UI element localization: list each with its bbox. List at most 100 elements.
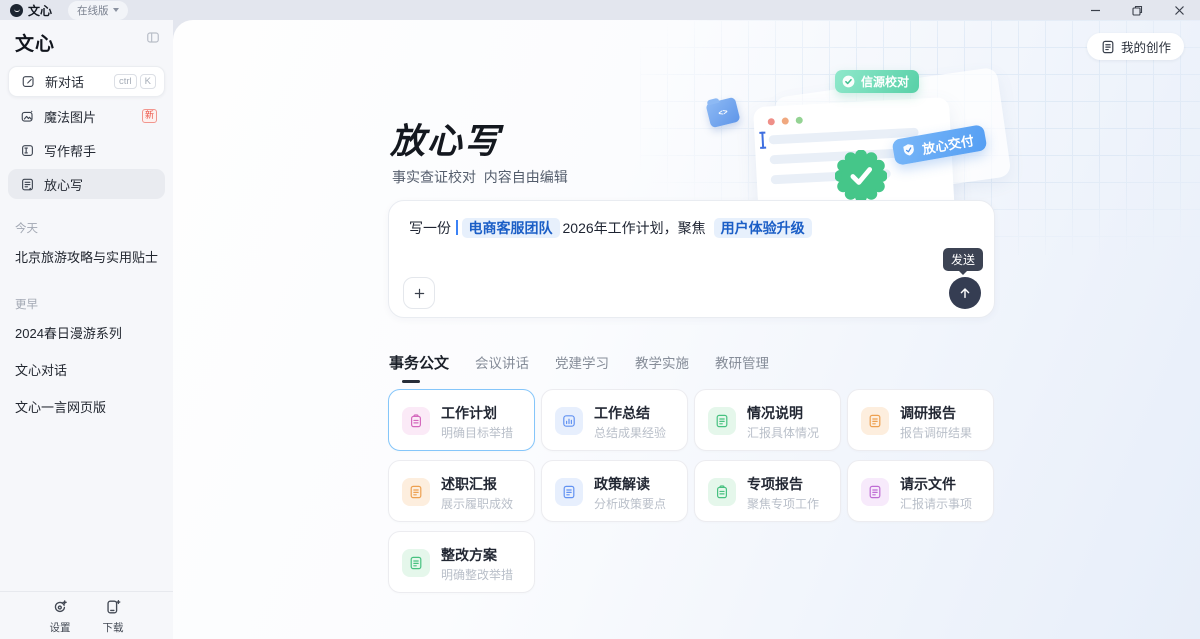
close-button[interactable] — [1158, 0, 1200, 20]
minimize-button[interactable] — [1074, 0, 1116, 20]
attach-button[interactable] — [403, 277, 435, 309]
tab-党建学习[interactable]: 党建学习 — [555, 352, 609, 382]
version-label: 在线版 — [77, 3, 109, 18]
magic-image-icon — [20, 109, 35, 124]
card-整改方案[interactable]: 整改方案 明确整改举措 — [388, 531, 535, 593]
restore-button[interactable] — [1116, 0, 1158, 20]
send-tooltip: 发送 — [943, 248, 983, 271]
download-button[interactable]: 下载 — [103, 598, 124, 639]
caret-down-icon — [113, 8, 119, 12]
card-情况说明[interactable]: 情况说明 汇报具体情况 — [694, 389, 841, 451]
sidebar: 文心 新对话 ctrlK 魔法图片 新 写作帮手 放心写 今天 北京旅游攻略与实… — [0, 20, 173, 639]
settings-button[interactable]: 设置 — [50, 598, 71, 639]
shortcut-key: ctrl — [114, 74, 137, 89]
text-cursor — [456, 220, 458, 235]
card-调研报告[interactable]: 调研报告 报告调研结果 — [847, 389, 994, 451]
app-logo-icon — [10, 4, 23, 17]
history-item[interactable]: 2024春日漫游系列 — [15, 314, 158, 351]
doc-icon — [402, 478, 430, 506]
composer-input[interactable]: 写一份电商客服团队2026年工作计划，聚焦用户体验升级 发送 — [388, 200, 995, 318]
card-desc: 明确目标举措 — [441, 424, 513, 441]
tab-教学实施[interactable]: 教学实施 — [635, 352, 689, 382]
clipboard-icon — [708, 478, 736, 506]
gear-icon — [51, 598, 69, 619]
card-title: 工作计划 — [441, 403, 497, 423]
history-item[interactable]: 北京旅游攻略与实用贴士 — [15, 238, 158, 275]
card-desc: 总结成果经验 — [594, 424, 666, 441]
tab-事务公文[interactable]: 事务公文 — [389, 352, 449, 383]
menu-extra: 新 — [142, 109, 157, 123]
menu-label: 放心写 — [44, 175, 83, 194]
titlebar: 文心 在线版 — [0, 0, 1200, 20]
new-chat-icon — [21, 74, 36, 89]
doc-ai-icon — [1100, 39, 1116, 55]
sidebar-item-writing-helper[interactable]: 写作帮手 — [8, 135, 165, 165]
history-section-label: 更早 — [15, 296, 158, 312]
footer-label: 下载 — [103, 620, 124, 635]
doc-icon — [402, 549, 430, 577]
card-政策解读[interactable]: 政策解读 分析政策要点 — [541, 460, 688, 522]
tab-会议讲话[interactable]: 会议讲话 — [475, 352, 529, 382]
card-title: 述职汇报 — [441, 474, 497, 494]
template-cards-grid: 工作计划 明确目标举措 工作总结 总结成果经验 情况说明 汇报具体情况 调研报告… — [388, 389, 996, 593]
card-title: 专项报告 — [747, 474, 803, 494]
card-desc: 展示履职成效 — [441, 495, 513, 512]
collapse-sidebar-icon[interactable] — [145, 30, 161, 50]
doc-icon — [861, 478, 889, 506]
card-title: 工作总结 — [594, 403, 650, 423]
sidebar-logo: 文心 — [15, 29, 55, 56]
history-section: 今天 北京旅游攻略与实用贴士 — [15, 220, 158, 275]
card-请示文件[interactable]: 请示文件 汇报请示事项 — [847, 460, 994, 522]
composer-text: 写一份电商客服团队2026年工作计划，聚焦用户体验升级 — [389, 201, 994, 240]
card-desc: 汇报请示事项 — [900, 495, 972, 512]
new-badge: 新 — [142, 109, 157, 123]
card-title: 政策解读 — [594, 474, 650, 494]
version-dropdown[interactable]: 在线版 — [68, 1, 128, 20]
sidebar-footer: 设置 下载 — [0, 591, 173, 639]
history-section: 更早 2024春日漫游系列文心对话文心一言网页版 — [15, 296, 158, 425]
card-述职汇报[interactable]: 述职汇报 展示履职成效 — [388, 460, 535, 522]
menu-extra: ctrlK — [114, 74, 156, 89]
prompt-text: 2026年工作计划，聚焦 — [563, 220, 706, 236]
clipboard-icon — [402, 407, 430, 435]
my-creations-button[interactable]: 我的创作 — [1087, 33, 1184, 60]
send-button[interactable] — [949, 277, 981, 309]
card-工作计划[interactable]: 工作计划 明确目标举措 — [388, 389, 535, 451]
card-title: 请示文件 — [900, 474, 956, 494]
card-title: 调研报告 — [900, 403, 956, 423]
my-creations-label: 我的创作 — [1121, 37, 1171, 56]
card-专项报告[interactable]: 专项报告 聚焦专项工作 — [694, 460, 841, 522]
plus-icon — [412, 286, 427, 301]
card-desc: 分析政策要点 — [594, 495, 666, 512]
sidebar-item-new-chat[interactable]: 新对话 ctrlK — [8, 66, 165, 97]
chart-icon — [555, 407, 583, 435]
sidebar-item-magic-image[interactable]: 魔法图片 新 — [8, 101, 165, 131]
doc-icon — [708, 407, 736, 435]
footer-label: 设置 — [50, 620, 71, 635]
history-item[interactable]: 文心对话 — [15, 351, 158, 388]
page-subtitle: 事实查证校对 内容自由编辑 — [392, 167, 568, 187]
card-desc: 汇报具体情况 — [747, 424, 819, 441]
history-item[interactable]: 文心一言网页版 — [15, 388, 158, 425]
menu-label: 新对话 — [45, 72, 84, 91]
prompt-chip[interactable]: 电商客服团队 — [462, 218, 560, 238]
card-title: 整改方案 — [441, 545, 497, 565]
card-desc: 聚焦专项工作 — [747, 495, 819, 512]
doc-icon — [555, 478, 583, 506]
sidebar-item-fangxinxie[interactable]: 放心写 — [8, 169, 165, 199]
menu-label: 魔法图片 — [44, 107, 96, 126]
card-title: 情况说明 — [747, 403, 803, 423]
sidebar-history: 今天 北京旅游攻略与实用贴士 更早 2024春日漫游系列文心对话文心一言网页版 — [0, 220, 173, 425]
arrow-up-icon — [957, 285, 973, 301]
doc-icon — [861, 407, 889, 435]
history-section-label: 今天 — [15, 220, 158, 236]
card-desc: 报告调研结果 — [900, 424, 972, 441]
card-desc: 明确整改举措 — [441, 566, 513, 583]
category-tabs: 事务公文会议讲话党建学习教学实施教研管理 — [389, 352, 769, 383]
prompt-chip[interactable]: 用户体验升级 — [714, 218, 812, 238]
card-工作总结[interactable]: 工作总结 总结成果经验 — [541, 389, 688, 451]
app-title: 文心 — [28, 2, 52, 19]
fangxinxie-icon — [20, 177, 35, 192]
page-title: 放心写 — [390, 113, 501, 164]
tab-教研管理[interactable]: 教研管理 — [715, 352, 769, 382]
